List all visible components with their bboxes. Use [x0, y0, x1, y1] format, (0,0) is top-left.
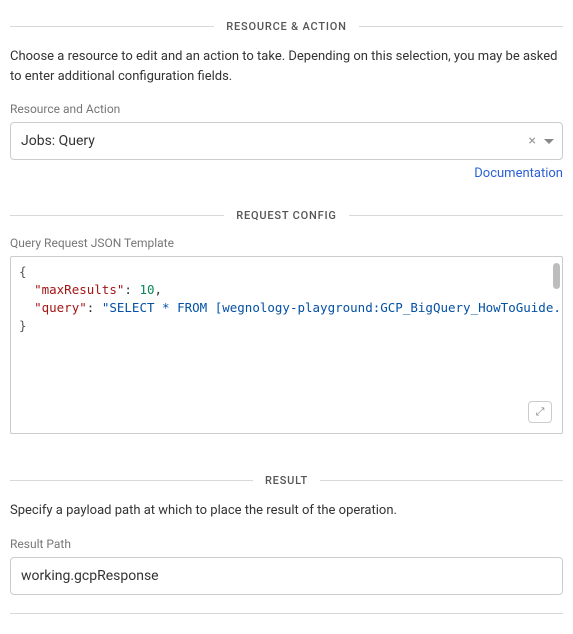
- clear-icon[interactable]: ×: [527, 131, 538, 151]
- section-divider-resource-action: RESOURCE & ACTION: [10, 20, 563, 33]
- code-brace-open: {: [19, 264, 27, 279]
- section-title: RESOURCE & ACTION: [214, 20, 358, 33]
- select-controls: ×: [527, 123, 554, 159]
- resource-action-label: Resource and Action: [10, 102, 563, 116]
- bottom-divider: [10, 613, 563, 614]
- code-string: "SELECT * FROM [wegnology-playground:GCP…: [102, 300, 563, 315]
- section-title: RESULT: [253, 474, 320, 487]
- query-template-label: Query Request JSON Template: [10, 236, 563, 250]
- result-help: Specify a payload path at which to place…: [10, 501, 563, 521]
- expand-editor-button[interactable]: ⤢: [528, 401, 552, 423]
- section-title: REQUEST CONFIG: [224, 209, 348, 222]
- result-path-label: Result Path: [10, 537, 563, 551]
- code-brace-close: }: [19, 318, 27, 333]
- chevron-down-icon[interactable]: [544, 139, 554, 144]
- code-key: "maxResults": [34, 282, 124, 297]
- section-divider-result: RESULT: [10, 474, 563, 487]
- scrollbar-vertical[interactable]: [553, 263, 560, 289]
- resource-action-select[interactable]: Jobs: Query ×: [10, 122, 563, 160]
- code-number: 10: [139, 282, 154, 297]
- expand-icon: ⤢: [536, 404, 545, 420]
- json-template-editor[interactable]: { "maxResults": 10, "query": "SELECT * F…: [10, 256, 563, 434]
- result-path-input[interactable]: [10, 557, 563, 595]
- code-key: "query": [34, 300, 87, 315]
- documentation-link[interactable]: Documentation: [474, 166, 563, 181]
- resource-action-help: Choose a resource to edit and an action …: [10, 47, 563, 86]
- resource-action-value: Jobs: Query: [21, 133, 95, 149]
- section-divider-request-config: REQUEST CONFIG: [10, 209, 563, 222]
